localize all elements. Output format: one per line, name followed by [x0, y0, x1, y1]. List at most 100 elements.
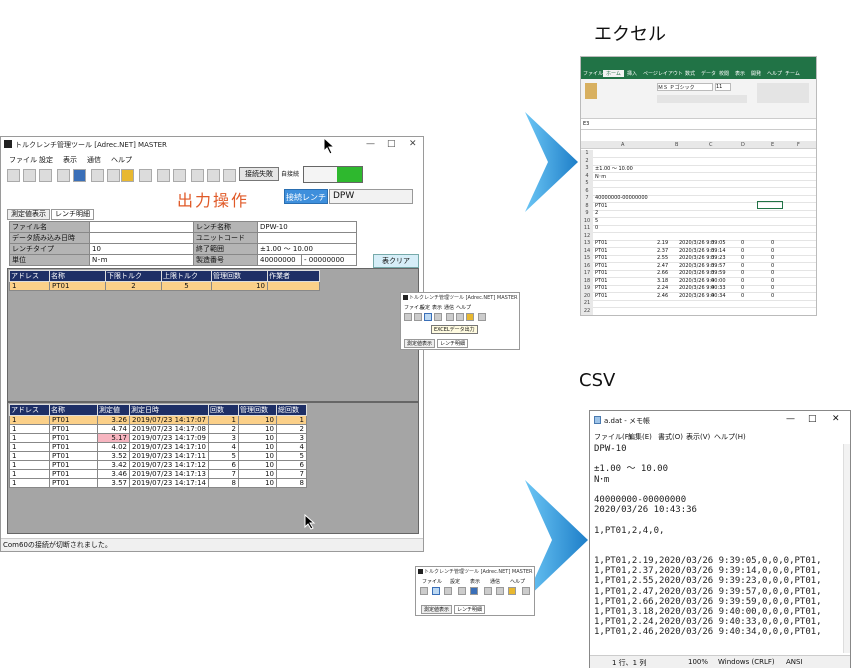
table-row[interactable]: 1 PT01 3.26 2019/07/23 14:17:07 1 10 1	[9, 415, 308, 425]
row-number[interactable]: 22	[581, 307, 593, 315]
font-size-select[interactable]: 11	[715, 83, 731, 91]
copy-icon[interactable]	[39, 169, 52, 182]
signal-icon[interactable]	[157, 169, 170, 182]
save-icon[interactable]	[23, 169, 36, 182]
menu-help[interactable]: ヘルプ	[111, 155, 132, 165]
column-header[interactable]: アドレス	[9, 404, 50, 416]
wrench-icon[interactable]	[139, 169, 152, 182]
table-row[interactable]: 1 PT01 4.02 2019/07/23 14:17:10 4 10 4	[9, 442, 308, 452]
link-icon[interactable]	[496, 587, 504, 595]
open-icon[interactable]	[404, 313, 412, 321]
table-row[interactable]: 1 PT01 3.52 2019/07/23 14:17:11 5 10 5	[9, 451, 308, 461]
column-label[interactable]: E	[771, 142, 774, 148]
table-icon[interactable]	[484, 587, 492, 595]
notepad-text-area[interactable]: DPW-10 ±1.00 ～ 10.00 N･m 40000000-00000000 2…	[594, 444, 844, 650]
excel-export-icon[interactable]	[424, 313, 432, 321]
list-icon[interactable]	[57, 169, 70, 182]
ribbon-tab[interactable]: 開発	[751, 70, 761, 77]
upload-icon[interactable]	[191, 169, 204, 182]
column-header[interactable]: 総回数	[276, 404, 308, 416]
copy-icon[interactable]	[444, 587, 452, 595]
table-icon[interactable]	[91, 169, 104, 182]
vertical-scrollbar[interactable]	[843, 444, 850, 653]
list-icon[interactable]	[458, 587, 466, 595]
ribbon-tab-home[interactable]: ホーム	[603, 70, 624, 77]
menu-view[interactable]: 表示(V)	[686, 432, 710, 442]
column-label[interactable]: C	[709, 142, 713, 148]
link-icon[interactable]	[456, 313, 464, 321]
tab-wrench-detail[interactable]: レンチ明細	[454, 605, 486, 614]
font-select[interactable]: ＭＳ Ｐゴシック	[657, 83, 713, 91]
ribbon-tab[interactable]: データ	[701, 70, 716, 77]
ribbon-tab[interactable]: 校閲	[719, 70, 729, 77]
column-header[interactable]: 名称	[49, 404, 98, 416]
close-button[interactable]: ✕	[409, 139, 417, 149]
menu-comm[interactable]: 通信	[490, 578, 500, 585]
ribbon-tab[interactable]: 表示	[735, 70, 745, 77]
book-icon[interactable]	[470, 587, 478, 595]
table-row[interactable]: 1 PT01 3.57 2019/07/23 14:17:14 8 10 8	[9, 478, 308, 488]
column-header[interactable]: 名称	[49, 270, 106, 282]
alignment-buttons[interactable]	[757, 83, 809, 103]
column-header[interactable]: 管理回数	[211, 270, 268, 282]
open-icon[interactable]	[7, 169, 20, 182]
open-icon[interactable]	[420, 587, 428, 595]
tab-wrench-detail[interactable]: レンチ明細	[51, 209, 94, 220]
ribbon-tab[interactable]: 挿入	[627, 70, 637, 77]
menu-file[interactable]: ファイル(F)	[594, 432, 632, 442]
menu-help[interactable]: ヘルプ	[456, 304, 471, 311]
menu-settings[interactable]: 設定	[420, 304, 430, 311]
menu-help[interactable]: ヘルプ	[510, 578, 525, 585]
clear-table-button[interactable]: 表クリア	[373, 254, 419, 268]
ribbon-tab[interactable]: チーム	[785, 70, 800, 77]
list-icon[interactable]	[434, 313, 442, 321]
wrench-icon[interactable]	[478, 313, 486, 321]
menu-view[interactable]: 表示	[470, 578, 480, 585]
ribbon-tab[interactable]: ページレイアウト	[643, 70, 683, 77]
clock-icon[interactable]	[223, 169, 236, 182]
menu-file[interactable]: ファイル	[422, 578, 442, 585]
column-header[interactable]: 管理回数	[238, 404, 278, 416]
download-icon[interactable]	[173, 169, 186, 182]
maximize-button[interactable]: □	[387, 139, 396, 149]
column-header[interactable]: 測定日時	[128, 404, 210, 416]
ribbon-tab[interactable]: ファイル	[583, 70, 603, 77]
menu-view[interactable]: 表示	[432, 304, 442, 311]
column-label[interactable]: D	[741, 142, 745, 148]
column-label[interactable]: F	[797, 142, 800, 148]
lock-icon[interactable]	[508, 587, 516, 595]
format-buttons[interactable]	[657, 95, 747, 103]
formula-bar[interactable]: E3	[581, 120, 816, 130]
wrench-icon[interactable]	[522, 587, 530, 595]
tab-wrench-detail[interactable]: レンチ明細	[437, 339, 469, 348]
connected-wrench-button[interactable]: 接続レンチ	[284, 189, 328, 204]
column-label[interactable]: B	[675, 142, 678, 148]
menu-edit[interactable]: 編集(E)	[628, 432, 652, 442]
menu-help[interactable]: ヘルプ(H)	[714, 432, 746, 442]
tab-measurement[interactable]: 測定値表示	[7, 209, 50, 220]
selected-cell[interactable]	[757, 201, 783, 209]
book-icon[interactable]	[73, 169, 86, 182]
table-row[interactable]: 1 PT01 2 5 10	[9, 281, 320, 291]
minimize-button[interactable]: —	[366, 139, 375, 149]
menu-comm[interactable]: 通信	[444, 304, 454, 311]
ribbon-tab[interactable]: ヘルプ	[767, 70, 782, 77]
column-header[interactable]: 作業者	[267, 270, 320, 282]
table-row[interactable]: 1 PT01 3.46 2019/07/23 14:17:13 7 10 7	[9, 469, 308, 479]
menu-settings[interactable]: 設定	[39, 155, 53, 165]
lock-icon[interactable]	[121, 169, 134, 182]
column-header[interactable]: アドレス	[9, 270, 50, 282]
maximize-button[interactable]: □	[808, 414, 817, 424]
delete-icon[interactable]	[207, 169, 220, 182]
column-header[interactable]: 測定値	[97, 404, 130, 416]
menu-format[interactable]: 書式(O)	[658, 432, 683, 442]
tab-measurement[interactable]: 測定値表示	[421, 605, 453, 614]
menu-settings[interactable]: 設定	[450, 578, 460, 585]
link-icon[interactable]	[107, 169, 120, 182]
menu-comm[interactable]: 通信	[87, 155, 101, 165]
save-icon[interactable]	[414, 313, 422, 321]
sheet-grid[interactable]: 1 2 3 ±1.00 ～ 10.00 4 N･m 5 6 7 40000000-00000000…	[581, 150, 816, 315]
minimize-button[interactable]: —	[786, 414, 795, 424]
csv-export-icon[interactable]	[432, 587, 440, 595]
menu-file[interactable]: ファイル	[9, 155, 37, 165]
